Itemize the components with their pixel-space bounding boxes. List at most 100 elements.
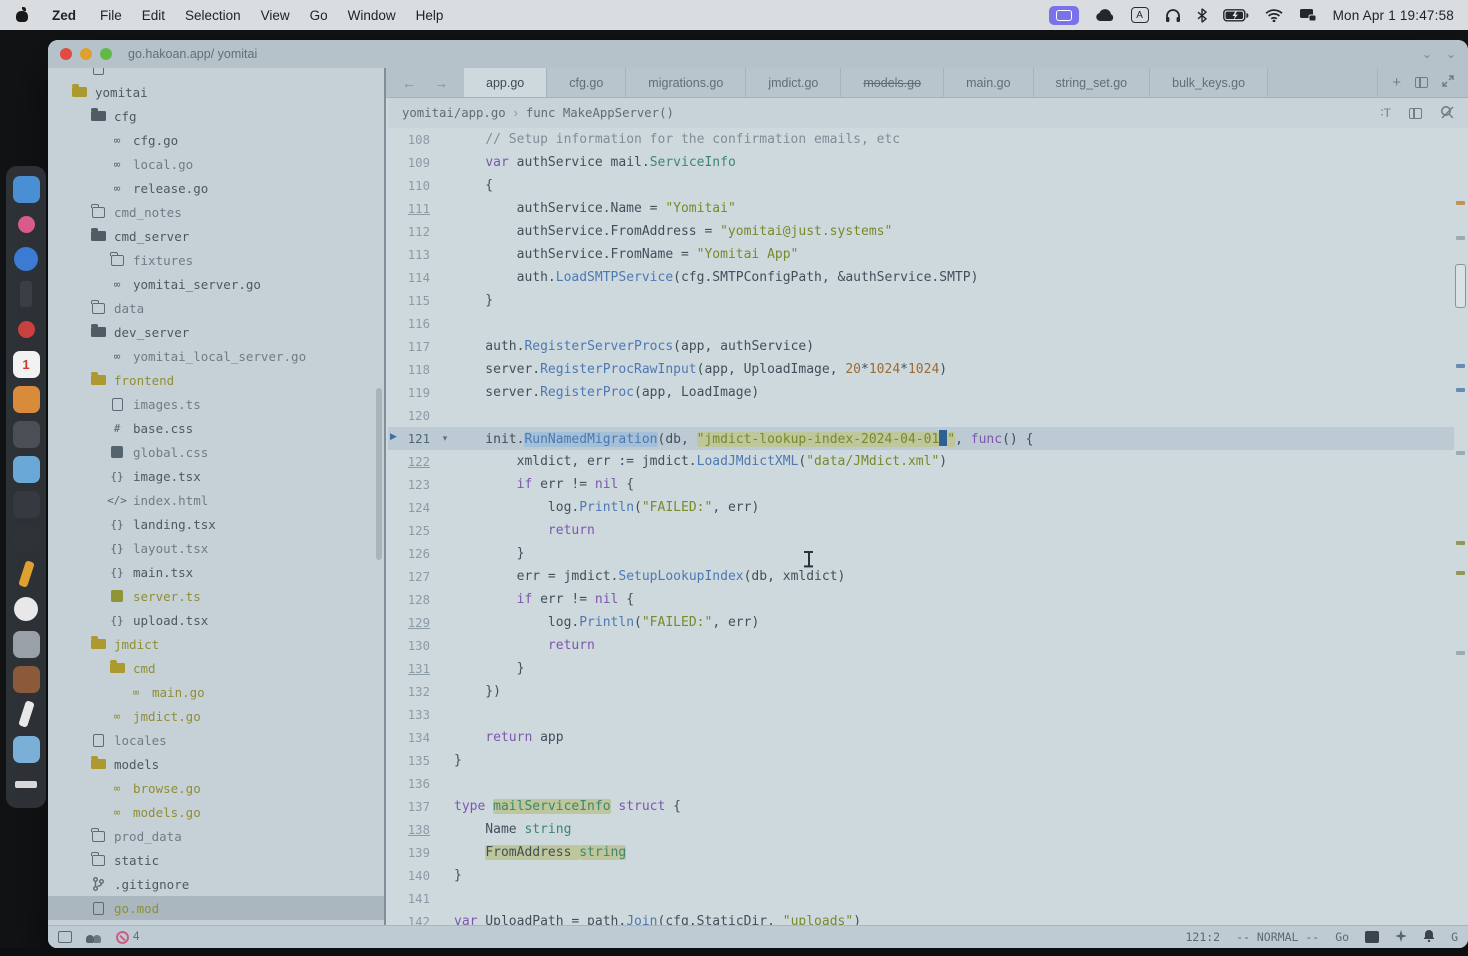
- tree-item-cfg.go[interactable]: ∞cfg.go: [48, 128, 384, 152]
- tree-item-base.css[interactable]: #base.css: [48, 416, 384, 440]
- code-line-119[interactable]: 119 server.RegisterProc(app, LoadImage): [388, 381, 1454, 404]
- code-line-112[interactable]: 112 authService.FromAddress = "yomitai@j…: [388, 220, 1454, 243]
- tab-models.go[interactable]: models.go: [841, 68, 944, 97]
- display-settings-icon[interactable]: [1299, 6, 1317, 24]
- tab-app.go[interactable]: app.go: [464, 68, 547, 97]
- run-indicator-icon[interactable]: ▶: [390, 431, 397, 442]
- tree-item-partial[interactable]: [48, 68, 384, 80]
- dock-app-icon-app-store[interactable]: [11, 454, 41, 484]
- dock-app-icon-messages[interactable]: [11, 209, 41, 239]
- apple-menu-icon[interactable]: [14, 7, 30, 23]
- dock-app-icon-chrome[interactable]: [11, 594, 41, 624]
- tree-item-yomitai[interactable]: yomitai: [48, 80, 384, 104]
- menu-item-window[interactable]: Window: [338, 0, 406, 30]
- nav-forward-button[interactable]: →: [434, 75, 448, 91]
- editor-panel-icon[interactable]: [1409, 108, 1422, 119]
- headphones-icon[interactable]: [1165, 6, 1181, 24]
- dock-app-icon-code-editor[interactable]: [11, 489, 41, 519]
- screen-mirroring-icon[interactable]: [1049, 6, 1079, 25]
- tree-item-index.html[interactable]: </>index.html: [48, 488, 384, 512]
- code-line-135[interactable]: 135}: [388, 749, 1454, 772]
- notification-cloud-icon[interactable]: [1095, 6, 1115, 24]
- tree-item-models.go[interactable]: ∞models.go: [48, 800, 384, 824]
- battery-icon[interactable]: [1223, 6, 1249, 24]
- tree-item-fixtures[interactable]: fixtures: [48, 248, 384, 272]
- project-panel-scrollbar[interactable]: [376, 388, 382, 560]
- code-line-137[interactable]: 137type mailServiceInfo struct {: [388, 795, 1454, 818]
- tab-string_set.go[interactable]: string_set.go: [1034, 68, 1151, 97]
- tree-item-jmdict.go[interactable]: ∞jmdict.go: [48, 704, 384, 728]
- tree-item-server.ts[interactable]: server.ts: [48, 584, 384, 608]
- collab-menu-icon[interactable]: ⌄: [1422, 47, 1432, 61]
- bluetooth-icon[interactable]: [1197, 6, 1207, 24]
- menu-item-view[interactable]: View: [251, 0, 300, 30]
- tree-item-main.tsx[interactable]: {}main.tsx: [48, 560, 384, 584]
- menu-item-help[interactable]: Help: [406, 0, 454, 30]
- menu-item-go[interactable]: Go: [300, 0, 338, 30]
- breadcrumb-file[interactable]: yomitai/app.go: [402, 106, 506, 120]
- tree-item-image.tsx[interactable]: {}image.tsx: [48, 464, 384, 488]
- code-line-120[interactable]: 120: [388, 404, 1454, 427]
- code-line-114[interactable]: 114 auth.LoadSMTPService(cfg.SMTPConfigP…: [388, 266, 1454, 289]
- tree-item-global.css[interactable]: global.css: [48, 440, 384, 464]
- zoom-window-button[interactable]: [100, 48, 112, 60]
- window-controls-icon[interactable]: ⌄: [1446, 47, 1456, 61]
- dock-app-icon-calendar[interactable]: 1: [11, 349, 41, 379]
- dock-app-icon-settings[interactable]: [11, 629, 41, 659]
- tree-item-yomitai_local_server.go[interactable]: ∞yomitai_local_server.go: [48, 344, 384, 368]
- minimize-window-button[interactable]: [80, 48, 92, 60]
- tree-item-upload.tsx[interactable]: {}upload.tsx: [48, 608, 384, 632]
- editor-scrollbar[interactable]: [1454, 128, 1468, 925]
- editor-pane[interactable]: yomitai/app.go › func MakeAppServer() ∶T…: [388, 98, 1468, 925]
- tree-item-main.go[interactable]: ∞main.go: [48, 680, 384, 704]
- tree-item-dev_server[interactable]: dev_server: [48, 320, 384, 344]
- code-line-142[interactable]: 142var UploadPath = path.Join(cfg.Static…: [388, 910, 1454, 925]
- menu-item-file[interactable]: File: [90, 0, 132, 30]
- tree-item-layout.tsx[interactable]: {}layout.tsx: [48, 536, 384, 560]
- menu-app-name[interactable]: Zed: [42, 0, 86, 30]
- code-line-126[interactable]: 126 }: [388, 542, 1454, 565]
- breadcrumb-symbol[interactable]: func MakeAppServer(): [526, 106, 674, 120]
- assistant-icon[interactable]: [1395, 930, 1407, 945]
- error-count-badge[interactable]: 4: [116, 931, 139, 944]
- code-line-117[interactable]: 117 auth.RegisterServerProcs(app, authSe…: [388, 335, 1454, 358]
- tab-migrations.go[interactable]: migrations.go: [626, 68, 746, 97]
- code-line-110[interactable]: 110 {: [388, 174, 1454, 197]
- code-line-115[interactable]: 115 }: [388, 289, 1454, 312]
- code-line-116[interactable]: 116: [388, 312, 1454, 335]
- tree-item-frontend[interactable]: frontend: [48, 368, 384, 392]
- menu-item-selection[interactable]: Selection: [175, 0, 251, 30]
- tree-item-local.go[interactable]: ∞local.go: [48, 152, 384, 176]
- code-line-125[interactable]: 125 return: [388, 519, 1454, 542]
- code-line-131[interactable]: 131 }: [388, 657, 1454, 680]
- code-line-138[interactable]: 138 Name string: [388, 818, 1454, 841]
- menu-bar-clock[interactable]: Mon Apr 1 19:47:58: [1333, 8, 1454, 23]
- fold-chevron-icon[interactable]: ▾: [436, 433, 454, 444]
- code-line-127[interactable]: 127 err = jmdict.SetupLookupIndex(db, xm…: [388, 565, 1454, 588]
- tree-item-cmd_server[interactable]: cmd_server: [48, 224, 384, 248]
- dock-app-icon-dark-app[interactable]: [11, 524, 41, 554]
- wifi-icon[interactable]: [1265, 6, 1283, 24]
- code-line-129[interactable]: 129 log.Println("FAILED:", err): [388, 611, 1454, 634]
- tree-item-browse.go[interactable]: ∞browse.go: [48, 776, 384, 800]
- dock-app-icon-photos[interactable]: [11, 419, 41, 449]
- code-line-128[interactable]: 128 if err != nil {: [388, 588, 1454, 611]
- tree-item-images.ts[interactable]: images.ts: [48, 392, 384, 416]
- code-line-122[interactable]: 122 xmldict, err := jmdict.LoadJMdictXML…: [388, 450, 1454, 473]
- tree-item-release.go[interactable]: ∞release.go: [48, 176, 384, 200]
- terminal-panel-icon[interactable]: [1365, 931, 1379, 943]
- dock-app-icon-finder[interactable]: [11, 174, 41, 204]
- dock-app-icon-pencil-tool[interactable]: [11, 559, 41, 589]
- dock-app-icon-safari[interactable]: [11, 244, 41, 274]
- tree-item-jmdict[interactable]: jmdict: [48, 632, 384, 656]
- code-line-111[interactable]: 111 authService.Name = "Yomitai": [388, 197, 1454, 220]
- input-source-icon[interactable]: A: [1131, 6, 1149, 24]
- code-line-118[interactable]: 118 server.RegisterProcRawInput(app, Upl…: [388, 358, 1454, 381]
- tab-main.go[interactable]: main.go: [944, 68, 1033, 97]
- code-line-133[interactable]: 133: [388, 703, 1454, 726]
- tree-item-models[interactable]: models: [48, 752, 384, 776]
- code-line-134[interactable]: 134 return app: [388, 726, 1454, 749]
- text-selection-icon[interactable]: ∶T: [1381, 106, 1391, 120]
- code-line-108[interactable]: 108 // Setup information for the confirm…: [388, 128, 1454, 151]
- code-line-109[interactable]: 109 var authService mail.ServiceInfo: [388, 151, 1454, 174]
